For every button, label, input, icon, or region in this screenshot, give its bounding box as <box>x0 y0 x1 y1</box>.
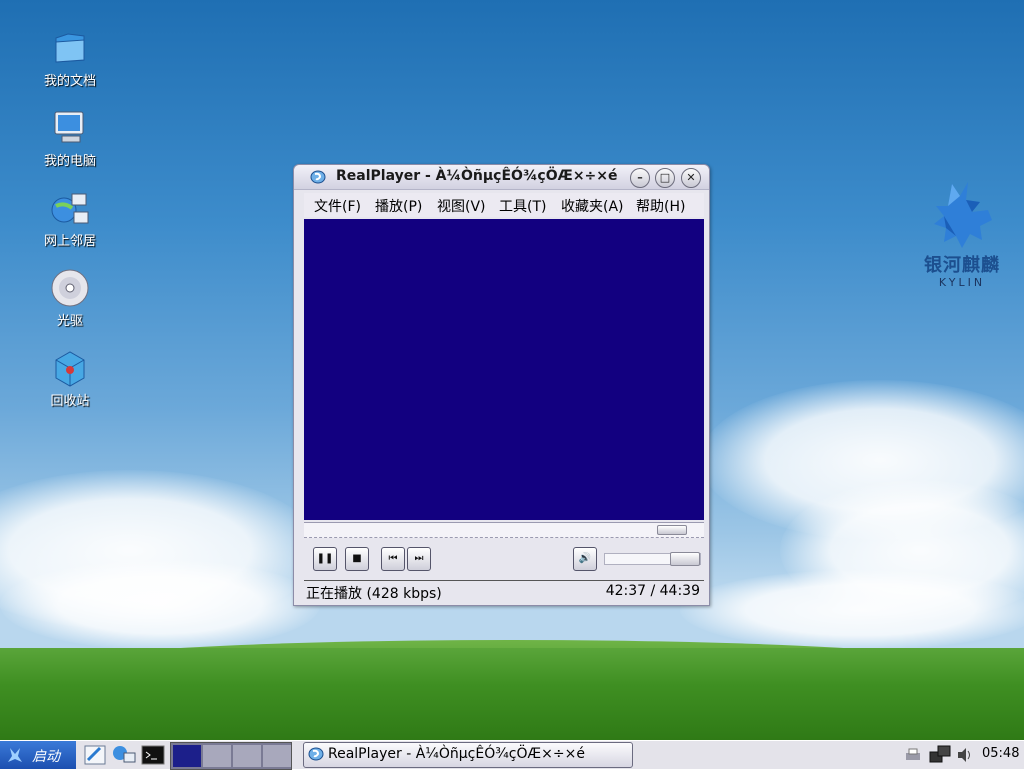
network-computer-icon <box>113 746 136 763</box>
stop-icon: ■ <box>352 553 362 564</box>
playback-controls: ❚❚ ■ ⏮ ⏭ 🔊 <box>304 538 704 578</box>
speaker-icon: 🔊 <box>578 553 592 564</box>
start-button[interactable]: 启动 <box>0 741 76 769</box>
menu-bar: 文件(F) 播放(P) 视图(V) 工具(T) 收藏夹(A) 帮助(H) <box>304 193 704 217</box>
cloud <box>0 560 320 650</box>
pause-icon: ❚❚ <box>316 553 334 564</box>
desktop-icon-label: 网上邻居 <box>43 234 96 249</box>
desktop-icon-network[interactable]: 网上邻居 <box>30 188 110 249</box>
folder-icon <box>50 28 90 68</box>
title-bar[interactable]: RealPlayer - À¼ÒñµçÊÓ¾çÖÆ×÷×é – □ ✕ <box>294 165 709 190</box>
menu-tools[interactable]: 工具(T) <box>499 196 546 216</box>
workspace-4[interactable] <box>263 745 291 767</box>
quicklaunch-network[interactable] <box>111 743 137 767</box>
maximize-button[interactable]: □ <box>655 168 675 188</box>
playback-status: 正在播放 (428 kbps) <box>306 586 442 602</box>
window-title: RealPlayer - À¼ÒñµçÊÓ¾çÖÆ×÷×é <box>336 168 618 184</box>
workspace-1[interactable] <box>173 745 201 767</box>
kylin-start-icon <box>8 748 22 762</box>
workspace-pager <box>170 742 292 770</box>
kylin-logo: 银河麒麟 KYLIN <box>912 180 1012 289</box>
previous-button[interactable]: ⏮ <box>381 547 405 571</box>
stop-button[interactable]: ■ <box>345 547 369 571</box>
menu-file[interactable]: 文件(F) <box>314 196 361 216</box>
next-button[interactable]: ⏭ <box>407 547 431 571</box>
desktop-icon-my-computer[interactable]: 我的电脑 <box>30 108 110 169</box>
desktop-icon-label: 我的文档 <box>43 74 96 89</box>
desktop-icon-label: 光驱 <box>56 314 83 329</box>
clock: 05:48 <box>982 746 1020 761</box>
network-icon <box>50 188 90 228</box>
cdrom-icon <box>50 268 90 308</box>
menu-favorites[interactable]: 收藏夹(A) <box>561 196 624 216</box>
trash-icon <box>50 348 90 388</box>
taskbar: 启动 RealPlayer - À¼ÒñµçÊÓ¾çÖÆ×÷×é 05:48 <box>0 740 1024 770</box>
system-tray: 05:48 <box>896 741 1024 769</box>
realplayer-icon <box>308 747 324 761</box>
volume-thumb[interactable] <box>670 552 700 566</box>
menu-view[interactable]: 视图(V) <box>437 196 486 216</box>
taskbar-window-title: RealPlayer - À¼ÒñµçÊÓ¾çÖÆ×÷×é <box>328 746 585 762</box>
desktop-icon-cdrom[interactable]: 光驱 <box>30 268 110 329</box>
menu-play[interactable]: 播放(P) <box>375 196 422 216</box>
pause-button[interactable]: ❚❚ <box>313 547 337 571</box>
start-label: 启动 <box>32 749 60 765</box>
desktop-icon-trash[interactable]: 回收站 <box>30 348 110 409</box>
mute-button[interactable]: 🔊 <box>573 547 597 571</box>
status-bar: 正在播放 (428 kbps) 42:37 / 44:39 <box>304 580 704 603</box>
quicklaunch-editor[interactable] <box>82 743 108 767</box>
editor-icon <box>84 745 106 765</box>
maximize-icon: □ <box>659 171 671 184</box>
video-area[interactable] <box>304 219 704 520</box>
close-button[interactable]: ✕ <box>681 168 701 188</box>
computer-icon <box>50 108 90 148</box>
previous-icon: ⏮ <box>388 553 398 564</box>
network-status-icon[interactable] <box>928 744 952 770</box>
desktop-icon-my-documents[interactable]: 我的文档 <box>30 28 110 89</box>
logo-en-text: KYLIN <box>938 276 986 289</box>
workspace-3[interactable] <box>233 745 261 767</box>
kylin-emblem-icon <box>934 182 992 248</box>
grass <box>0 648 1024 740</box>
cloud <box>680 570 1024 650</box>
menu-help[interactable]: 帮助(H) <box>636 196 685 216</box>
minimize-icon: – <box>637 171 643 184</box>
next-icon: ⏭ <box>414 553 424 564</box>
time-display: 42:37 / 44:39 <box>605 583 700 599</box>
volume-icon[interactable] <box>956 746 974 768</box>
volume-slider[interactable] <box>604 552 701 566</box>
realplayer-window: RealPlayer - À¼ÒñµçÊÓ¾çÖÆ×÷×é – □ ✕ 文件(F… <box>293 164 710 606</box>
seek-thumb[interactable] <box>657 525 687 535</box>
seek-bar[interactable] <box>304 522 704 538</box>
printer-icon[interactable] <box>904 747 922 767</box>
taskbar-window-realplayer[interactable]: RealPlayer - À¼ÒñµçÊÓ¾çÖÆ×÷×é <box>303 742 633 768</box>
quicklaunch-terminal[interactable] <box>140 743 166 767</box>
workspace-2[interactable] <box>203 745 231 767</box>
desktop-icon-label: 我的电脑 <box>43 154 96 169</box>
logo-cn-text: 银河麒麟 <box>924 255 1000 276</box>
desktop-icon-label: 回收站 <box>50 394 90 409</box>
minimize-button[interactable]: – <box>630 168 650 188</box>
terminal-icon <box>141 745 165 765</box>
realplayer-icon <box>310 170 326 184</box>
close-icon: ✕ <box>686 171 696 184</box>
